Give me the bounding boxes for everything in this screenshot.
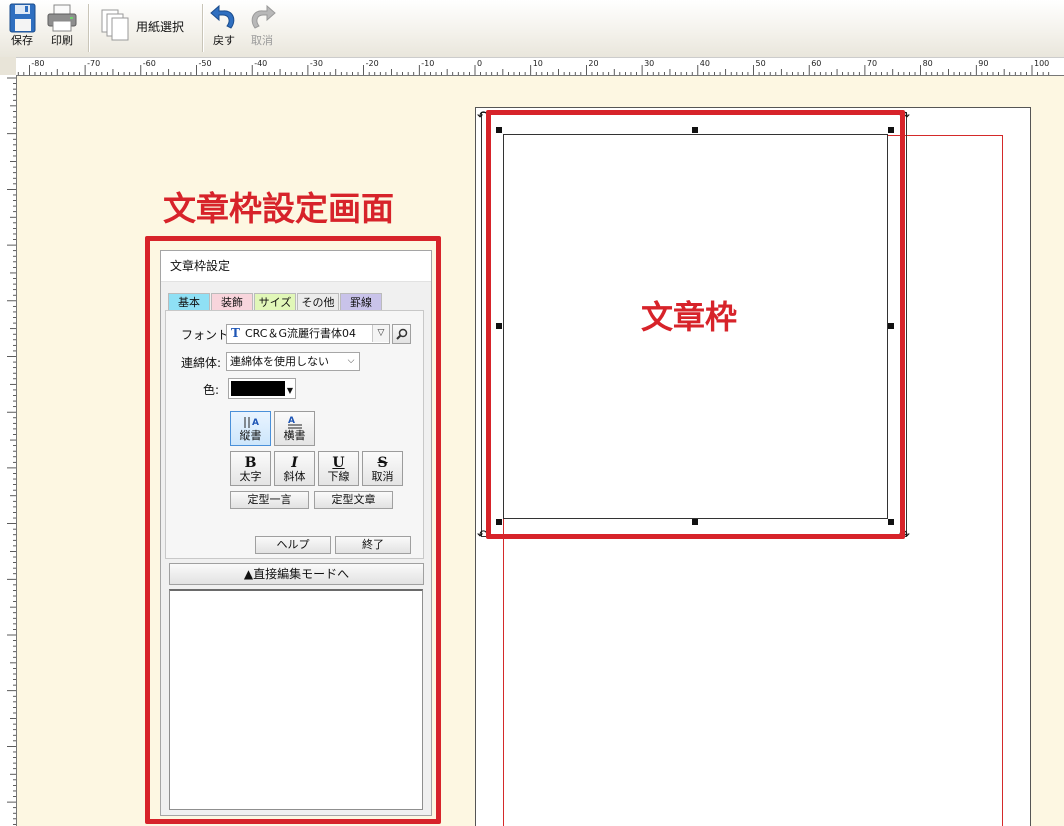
floppy-disk-icon	[9, 3, 36, 33]
connect-select-value: 連綿体を使用しない	[230, 355, 329, 368]
tab-label: 装飾	[221, 296, 243, 309]
ruler-label: 30	[644, 59, 654, 68]
vertical-text-icon: A	[244, 417, 259, 428]
fixed-phrase-button[interactable]: 定型一言	[230, 491, 309, 509]
undo-arrow-icon	[210, 4, 235, 29]
font-select[interactable]: T CRC＆G流麗行書体04 ▽	[226, 324, 390, 344]
tab-label: その他	[301, 296, 335, 309]
ruler-label: 50	[756, 59, 766, 68]
ruler-label: 80	[923, 59, 933, 68]
italic-button[interactable]: I 斜体	[274, 451, 315, 486]
ruler-label: -80	[31, 59, 44, 68]
ruler-label: 0	[477, 59, 482, 68]
printer-icon	[47, 4, 77, 32]
help-label: ヘルプ	[276, 538, 310, 551]
redo-arrow-icon	[251, 4, 276, 29]
ruler-label: 40	[700, 59, 710, 68]
color-label: 色:	[203, 383, 220, 397]
close-button[interactable]: 終了	[335, 536, 411, 554]
vertical-writing-button[interactable]: A 縦書	[230, 411, 271, 446]
font-search-button[interactable]	[392, 324, 411, 344]
ruler-label: 90	[978, 59, 988, 68]
bold-button[interactable]: B 太字	[230, 451, 271, 486]
tab-other[interactable]: その他	[297, 293, 339, 310]
dialog-annotation-label: 文章枠設定画面	[163, 189, 394, 228]
font-select-value: CRC＆G流麗行書体04	[245, 327, 356, 340]
ruler-label: -50	[199, 59, 212, 68]
ruler-label: -30	[310, 59, 323, 68]
bold-icon: B	[244, 455, 257, 471]
print-label: 印刷	[51, 34, 73, 47]
toolbar: 保存 印刷 用紙選択 戻す 取消	[0, 0, 1064, 58]
tab-size[interactable]: サイズ	[254, 293, 296, 310]
paper-select-button[interactable]: 用紙選択	[100, 5, 192, 51]
top-ruler-ticks: -80 -70 -60 -50 -40 -30 -20 -10 0 10 20 30 40 50 60 70 8…	[17, 59, 1049, 75]
svg-text:A: A	[252, 418, 259, 428]
top-ruler[interactable]: -80 -70 -60 -50 -40 -30 -20 -10 0 10 20 30 40 50 60 70 8…	[16, 57, 1064, 76]
undo-label: 戻す	[213, 34, 235, 47]
magnifier-icon	[395, 328, 407, 340]
fixed-sentence-button[interactable]: 定型文章	[314, 491, 393, 509]
dropdown-arrow-icon: ▼	[286, 386, 293, 395]
strikethrough-button[interactable]: S 取消	[362, 451, 403, 486]
toolbar-separator	[202, 4, 203, 52]
underline-button[interactable]: U 下線	[318, 451, 359, 486]
color-swatch	[231, 381, 285, 396]
underline-label: 下線	[327, 470, 350, 483]
frame-text-input[interactable]	[169, 589, 423, 810]
toolbar-separator	[88, 4, 89, 52]
horizontal-writing-label: 横書	[283, 429, 306, 442]
dialog-title: 文章枠設定	[161, 251, 431, 282]
redo-button[interactable]: 取消	[246, 2, 278, 47]
chevron-down-icon: ▽	[372, 325, 389, 342]
ruler-corner	[0, 57, 17, 76]
strikethrough-label: 取消	[371, 470, 394, 483]
tab-decoration[interactable]: 装飾	[211, 293, 253, 310]
redo-label: 取消	[251, 34, 273, 47]
tab-ruled-lines[interactable]: 罫線	[340, 293, 382, 310]
paper-select-label: 用紙選択	[136, 20, 185, 34]
ruler-label: 70	[867, 59, 877, 68]
ruler-label: -10	[421, 59, 434, 68]
save-button[interactable]: 保存	[6, 2, 38, 47]
tab-basic[interactable]: 基本	[168, 293, 210, 310]
ruler-label: -20	[366, 59, 379, 68]
underline-icon: U	[332, 455, 345, 471]
chevron-down-icon: ⌵	[343, 353, 359, 370]
frame-annotation-label: 文章枠	[641, 298, 738, 336]
italic-icon: I	[291, 455, 298, 471]
ruler-label: 10	[533, 59, 543, 68]
ruler-label: -60	[143, 59, 156, 68]
connect-select[interactable]: 連綿体を使用しない ⌵	[226, 352, 360, 371]
ruler-label: 100	[1034, 59, 1049, 68]
bold-label: 太字	[239, 470, 262, 483]
left-ruler-ticks	[7, 77, 16, 825]
horizontal-writing-button[interactable]: A 横書	[274, 411, 315, 446]
tab-label: サイズ	[258, 296, 292, 309]
truetype-font-icon: T	[231, 326, 240, 340]
vertical-writing-label: 縦書	[239, 429, 262, 442]
ruler-label: 20	[588, 59, 598, 68]
italic-label: 斜体	[283, 470, 306, 483]
undo-button[interactable]: 戻す	[208, 2, 240, 47]
fixed-phrase-label: 定型一言	[247, 493, 292, 506]
color-picker[interactable]: ▼	[228, 378, 296, 399]
close-label: 終了	[362, 538, 384, 551]
tab-label: 罫線	[350, 296, 372, 309]
fixed-sentence-label: 定型文章	[331, 493, 376, 506]
save-label: 保存	[11, 34, 33, 47]
strikethrough-icon: S	[377, 455, 388, 471]
ruler-label: -70	[87, 59, 100, 68]
print-button[interactable]: 印刷	[46, 2, 78, 47]
horizontal-text-icon: A	[287, 416, 302, 429]
left-ruler[interactable]	[0, 75, 17, 826]
help-button[interactable]: ヘルプ	[255, 536, 331, 554]
ruler-label: -40	[254, 59, 267, 68]
ruler-label: 60	[811, 59, 821, 68]
direct-edit-mode-button[interactable]: ▲直接編集モードへ	[169, 563, 424, 585]
paper-stack-icon	[101, 9, 129, 41]
connect-label: 連綿体:	[181, 356, 222, 370]
direct-edit-mode-label: ▲直接編集モードへ	[243, 567, 350, 581]
tab-label: 基本	[178, 296, 200, 309]
